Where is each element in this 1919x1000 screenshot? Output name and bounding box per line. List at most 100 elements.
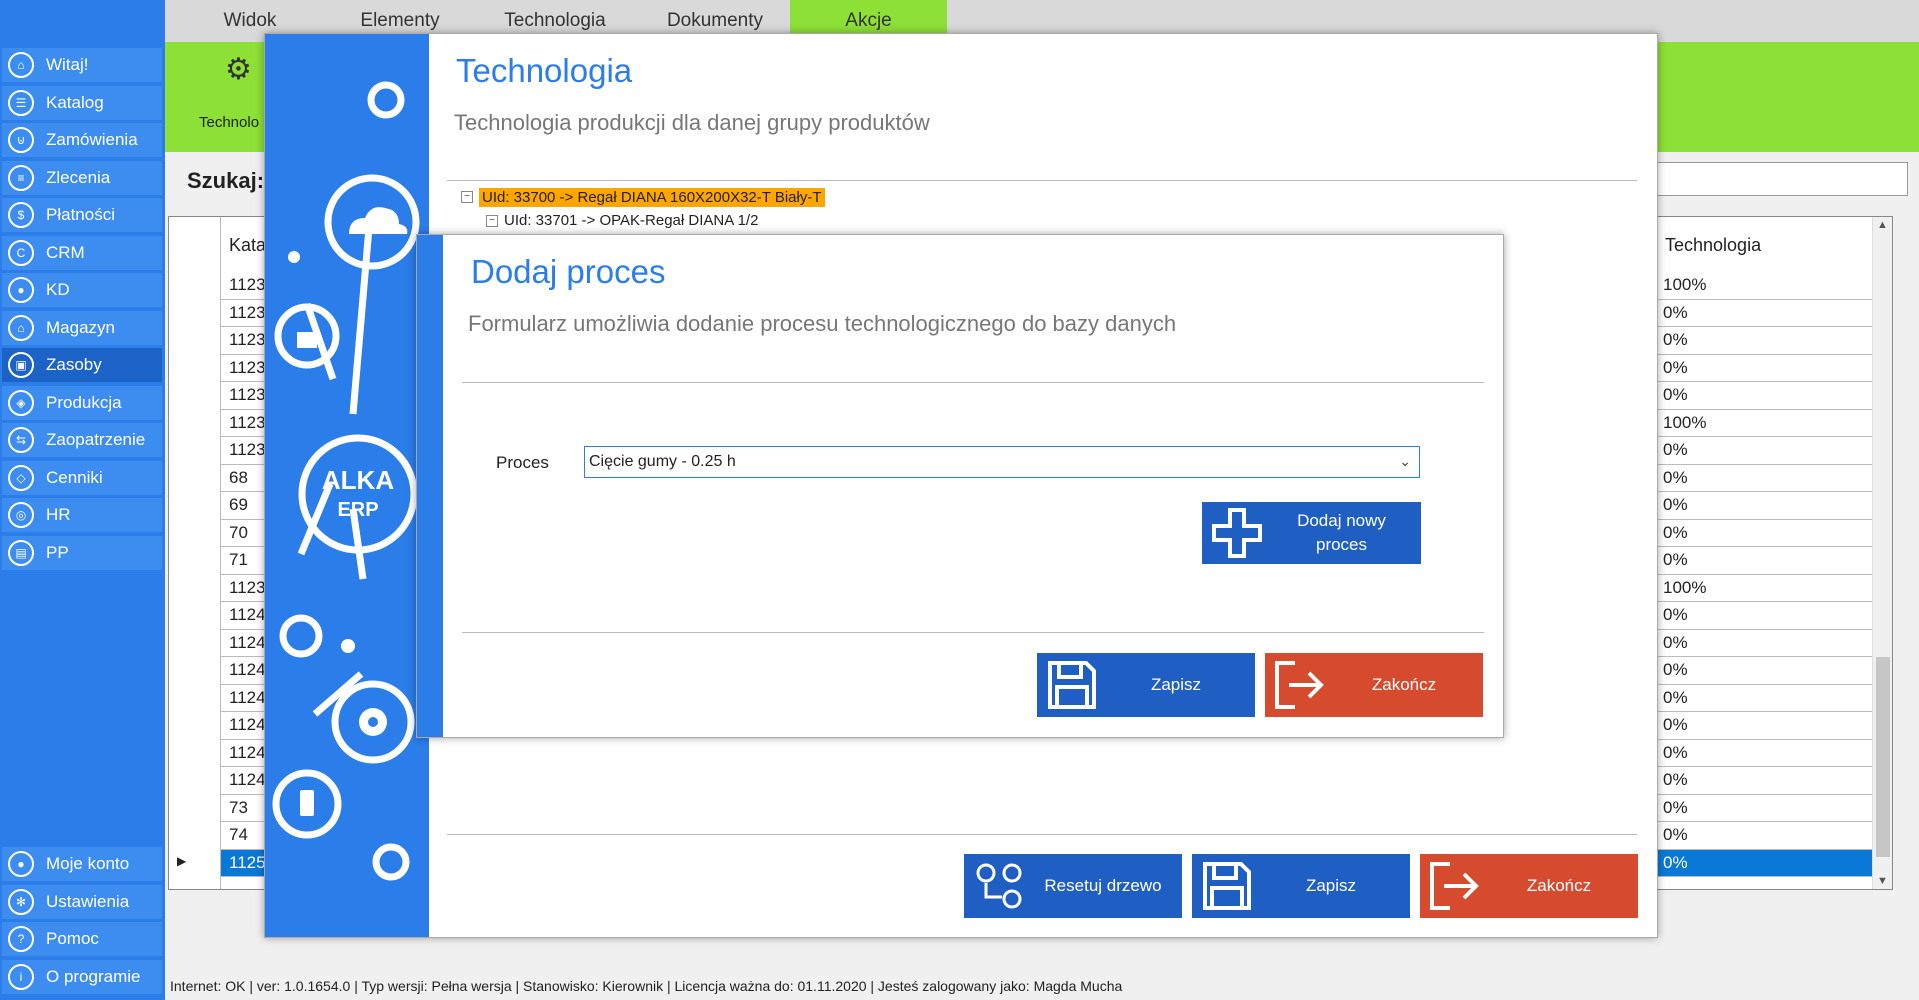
save-button[interactable]: Zapisz [1037,653,1255,717]
sidebar-item-moje-konto[interactable]: ● Moje konto [2,847,162,881]
sidebar-item-label: Zlecenia [46,167,111,187]
close-button[interactable]: Zakończ [1420,854,1638,918]
reset-tree-button[interactable]: Resetuj drzewo [964,854,1182,918]
production-icon: ◈ [8,389,34,416]
cell-technologia: 0% [1663,385,1688,404]
sidebar: ⌂ Witaj! ☰ Katalog ⊍ Zamówienia ≡ Zlecenia $ Płat… [0,0,165,1000]
sidebar-item-cenniki[interactable]: ◇ Cenniki [2,460,162,495]
gears-icon[interactable]: ⚙ [225,52,252,87]
scroll-up-icon[interactable]: ▲ [1877,219,1888,231]
sidebar-item-produkcja[interactable]: ◈ Produkcja [2,385,162,420]
tree-node-root[interactable]: UId: 33700 -> Regał DIANA 160X200X32-T B… [479,188,825,207]
sidebar-item-label: Magazyn [46,317,115,337]
sidebar-item-label: PP [46,542,69,562]
close-button[interactable]: Zakończ [1265,653,1483,717]
cell-katalog: 1123 [229,412,266,432]
save-button[interactable]: Zapisz [1192,854,1410,918]
sidebar-item-magazyn[interactable]: ⌂ Magazyn [2,310,162,345]
sidebar-item-witaj-[interactable]: ⌂ Witaj! [2,48,162,82]
sidebar-item-label: CRM [46,242,85,262]
resources-icon: ▣ [8,352,34,378]
tree-collapse-icon[interactable]: − [486,215,498,227]
tree-collapse-icon[interactable]: − [461,191,473,203]
truck-icon: ⇆ [8,427,34,453]
ribbon-technologia-label[interactable]: Technolo [199,114,259,131]
cell-katalog: 1123 [229,275,266,294]
sidebar-item-zasoby[interactable]: ▣ Zasoby [2,348,162,382]
cell-katalog: 70 [229,522,248,542]
cell-technologia: 0% [1663,715,1688,734]
scroll-thumb[interactable] [1876,657,1890,857]
cell-technologia: 0% [1663,357,1688,377]
cell-katalog: 1123 [229,577,266,597]
cell-katalog: 1123 [229,385,266,404]
user-icon: ● [8,277,34,303]
tree-node-child[interactable]: UId: 33701 -> OPAK-Regał DIANA 1/2 [504,212,758,229]
divider [462,382,1484,383]
dialog-side-panel: ALKA ERP [265,34,429,937]
sidebar-item-zamówienia[interactable]: ⊍ Zamówienia [2,123,162,157]
scroll-down-icon[interactable]: ▼ [1877,875,1888,887]
dialog-accent-strip [417,235,443,737]
sidebar-item-label: Zamówienia [46,130,138,149]
list-icon: ≡ [8,164,34,191]
cell-katalog: 73 [229,797,248,817]
sidebar-item-pomoc[interactable]: ? Pomoc [2,922,162,956]
divider [462,632,1484,633]
crm-icon: C [8,239,34,266]
sidebar-item-zlecenia[interactable]: ≡ Zlecenia [2,160,162,195]
cell-technologia: 0% [1663,302,1688,322]
sidebar-item-label: Pomoc [46,929,99,948]
sidebar-item-o-programie[interactable]: i O programie [2,959,162,994]
column-header-technologia[interactable]: Technologia [1665,235,1761,256]
sidebar-item-ustawienia[interactable]: ✻ Ustawienia [2,884,162,919]
sidebar-item-hr[interactable]: ◎ HR [2,498,162,532]
divider [447,834,1637,835]
sidebar-item-label: Witaj! [46,55,89,74]
cell-katalog: 1124 [229,687,266,707]
info-icon: i [8,963,34,990]
row-selected-arrow-icon: ▶ [177,853,187,868]
cell-technologia: 100% [1663,275,1707,294]
cell-katalog: 1124 [229,770,266,789]
network-illustration-icon: ALKA ERP [272,81,420,881]
factory-icon: ▤ [8,539,34,566]
divider [447,180,1637,181]
sidebar-item-zaopatrzenie[interactable]: ⇆ Zaopatrzenie [2,423,162,457]
process-select-value: Cięcie gumy - 0.25 h [589,453,736,470]
sidebar-item-pp[interactable]: ▤ PP [2,535,162,570]
column-header-katalog[interactable]: Kata [229,235,266,256]
chevron-down-icon[interactable]: ⌄ [1399,453,1411,470]
cell-katalog: 1123 [229,357,266,377]
cell-technologia: 0% [1663,770,1688,789]
exit-icon [1265,659,1335,711]
add-new-process-button[interactable]: Dodaj nowy proces [1202,502,1421,564]
sidebar-item-label: Produkcja [46,392,122,412]
cell-katalog: 1124 [229,605,266,624]
cell-technologia: 0% [1663,330,1688,349]
dialog-subtitle: Technologia produkcji dla danej grupy pr… [454,110,930,135]
sidebar-item-label: Cenniki [46,467,103,487]
search-input[interactable] [1640,162,1908,196]
sidebar-item-crm[interactable]: C CRM [2,235,162,270]
sidebar-item-kd[interactable]: ● KD [2,273,162,307]
cell-technologia: 0% [1663,797,1688,817]
cell-technologia: 0% [1663,825,1688,844]
process-select[interactable]: Cięcie gumy - 0.25 h ⌄ [584,446,1420,478]
cell-technologia: 0% [1663,632,1688,652]
cell-technologia: 0% [1663,522,1688,542]
dialog-subtitle: Formularz umożliwia dodanie procesu tech… [468,311,1177,336]
gears-icon [964,859,1034,913]
sidebar-item-płatności[interactable]: $ Płatności [2,198,162,232]
help-icon: ? [8,926,34,952]
vertical-scrollbar[interactable]: ▲ ▼ [1872,217,1892,889]
cell-technologia: 0% [1663,550,1688,569]
cell-katalog: 1123 [229,330,266,349]
plus-icon [1202,506,1272,560]
floppy-disk-icon [1037,659,1107,711]
search-label: Szukaj: [187,168,265,193]
status-bar: Internet: OK | ver: 1.0.1654.0 | Typ wer… [170,978,1123,994]
cell-katalog: 1124 [229,742,266,762]
warehouse-icon: ⌂ [8,314,34,341]
sidebar-item-katalog[interactable]: ☰ Katalog [2,85,162,120]
